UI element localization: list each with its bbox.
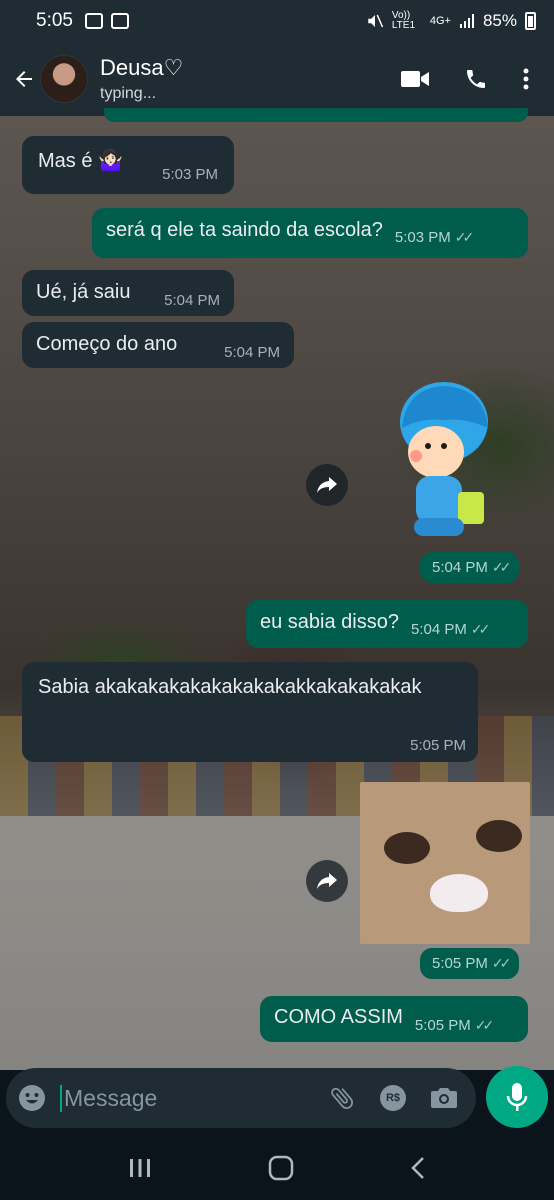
phone-icon [467, 70, 485, 88]
paperclip-icon [331, 1087, 353, 1109]
read-ticks-icon: ✓✓ [491, 559, 512, 575]
input-actions: R$ [328, 1084, 464, 1112]
attach-button[interactable] [328, 1084, 356, 1112]
mic-icon [506, 1083, 528, 1111]
message-bubble[interactable]: será q ele ta saindo da escola? 5:03 PM ✓✓ [92, 208, 528, 258]
battery-icon [525, 12, 536, 30]
image-content [476, 820, 522, 852]
sticker-message[interactable] [396, 380, 496, 552]
status-bar: 5:05 Vo)) LTE1 4G+ 85% [0, 0, 554, 42]
recent-apps-button[interactable] [128, 1157, 152, 1179]
message-bubble[interactable]: eu sabia disso? 5:04 PM ✓✓ [246, 600, 528, 648]
header-actions [400, 67, 544, 91]
message-bubble[interactable]: Começo do ano 5:04 PM [22, 322, 294, 368]
message-text: será q ele ta saindo da escola? [106, 219, 383, 241]
message-text: Ué, já saiu [36, 281, 131, 303]
signal-label: 4G+ [429, 15, 451, 27]
forward-icon [317, 873, 337, 889]
contact-info[interactable]: Deusa♡ typing... [100, 55, 183, 103]
status-right: Vo)) LTE1 4G+ 85% [366, 11, 536, 31]
camera-icon [431, 1088, 457, 1108]
status-time: 5:05 [36, 10, 73, 31]
nav-back-button[interactable] [410, 1156, 426, 1180]
home-icon [268, 1155, 294, 1181]
contact-avatar[interactable] [40, 55, 88, 103]
forward-button[interactable] [306, 860, 348, 902]
voice-message-button[interactable] [486, 1066, 548, 1128]
read-ticks-icon: ✓✓ [470, 621, 491, 637]
image-content [430, 874, 488, 912]
battery-percent: 85% [482, 11, 517, 30]
message-text: Sabia akakakakakakakakakakkakakakakak [38, 676, 422, 698]
sticker-image [400, 382, 488, 536]
gallery-notification-icon [84, 13, 103, 29]
message-time: 5:04 PM [224, 344, 280, 361]
voice-call-button[interactable] [464, 67, 488, 91]
more-vert-icon [523, 68, 529, 90]
voicemail-notification-icon [110, 13, 129, 29]
image-content [384, 832, 430, 864]
message-time: 5:04 PM [164, 292, 220, 309]
read-ticks-icon: ✓✓ [474, 1017, 495, 1033]
message-bubble-partial [104, 108, 528, 122]
chevron-left-icon [411, 1157, 424, 1179]
arrow-left-icon [16, 71, 32, 87]
message-bubble[interactable]: Ué, já saiu 5:04 PM [22, 270, 234, 316]
message-time: 5:03 PM [162, 166, 218, 183]
payment-button[interactable]: R$ [380, 1085, 406, 1111]
message-text: COMO ASSIM [274, 1006, 403, 1028]
video-call-icon [401, 71, 429, 87]
forward-icon [317, 477, 337, 493]
camera-button[interactable] [430, 1086, 458, 1110]
signal-icon [459, 14, 474, 28]
forward-button[interactable] [306, 464, 348, 506]
message-text: Mas é 🤷🏻‍♀️ [38, 150, 123, 172]
video-call-button[interactable] [400, 68, 430, 90]
read-ticks-icon: ✓✓ [491, 955, 512, 971]
message-input[interactable]: Message [60, 1084, 328, 1112]
message-time: 5:05 PM [414, 1017, 471, 1034]
contact-name: Deusa♡ [100, 55, 184, 80]
more-options-button[interactable] [522, 67, 530, 91]
message-bubble[interactable]: COMO ASSIM 5:05 PM ✓✓ [260, 996, 528, 1042]
message-text: Começo do ano [36, 333, 178, 355]
message-time: 5:04 PM [432, 559, 488, 576]
system-nav-bar [0, 1136, 554, 1200]
message-input-bar: Message R$ [6, 1068, 476, 1128]
emoji-button[interactable] [18, 1084, 46, 1112]
message-time: 5:03 PM [394, 229, 451, 246]
sticker-time: 5:04 PM ✓✓ [420, 552, 520, 583]
message-text: eu sabia disso? [260, 611, 399, 633]
image-message[interactable] [360, 782, 530, 944]
message-time: 5:05 PM [410, 737, 466, 754]
message-bubble[interactable]: Sabia akakakakakakakakakakkakakakakak 5:… [22, 662, 478, 762]
network-label: Vo)) LTE1 [391, 10, 416, 31]
message-bubble[interactable]: Mas é 🤷🏻‍♀️ 5:03 PM [22, 136, 234, 194]
chat-header: Deusa♡ typing... [0, 42, 554, 116]
message-time: 5:05 PM [432, 955, 488, 972]
recent-apps-icon [130, 1159, 150, 1177]
back-button[interactable] [10, 64, 38, 94]
read-ticks-icon: ✓✓ [454, 229, 475, 245]
contact-status: typing... [100, 85, 157, 102]
image-time: 5:05 PM ✓✓ [420, 948, 520, 979]
emoji-icon [19, 1085, 45, 1111]
message-time: 5:04 PM [410, 621, 467, 638]
home-button[interactable] [268, 1155, 294, 1181]
mute-icon [368, 14, 384, 28]
